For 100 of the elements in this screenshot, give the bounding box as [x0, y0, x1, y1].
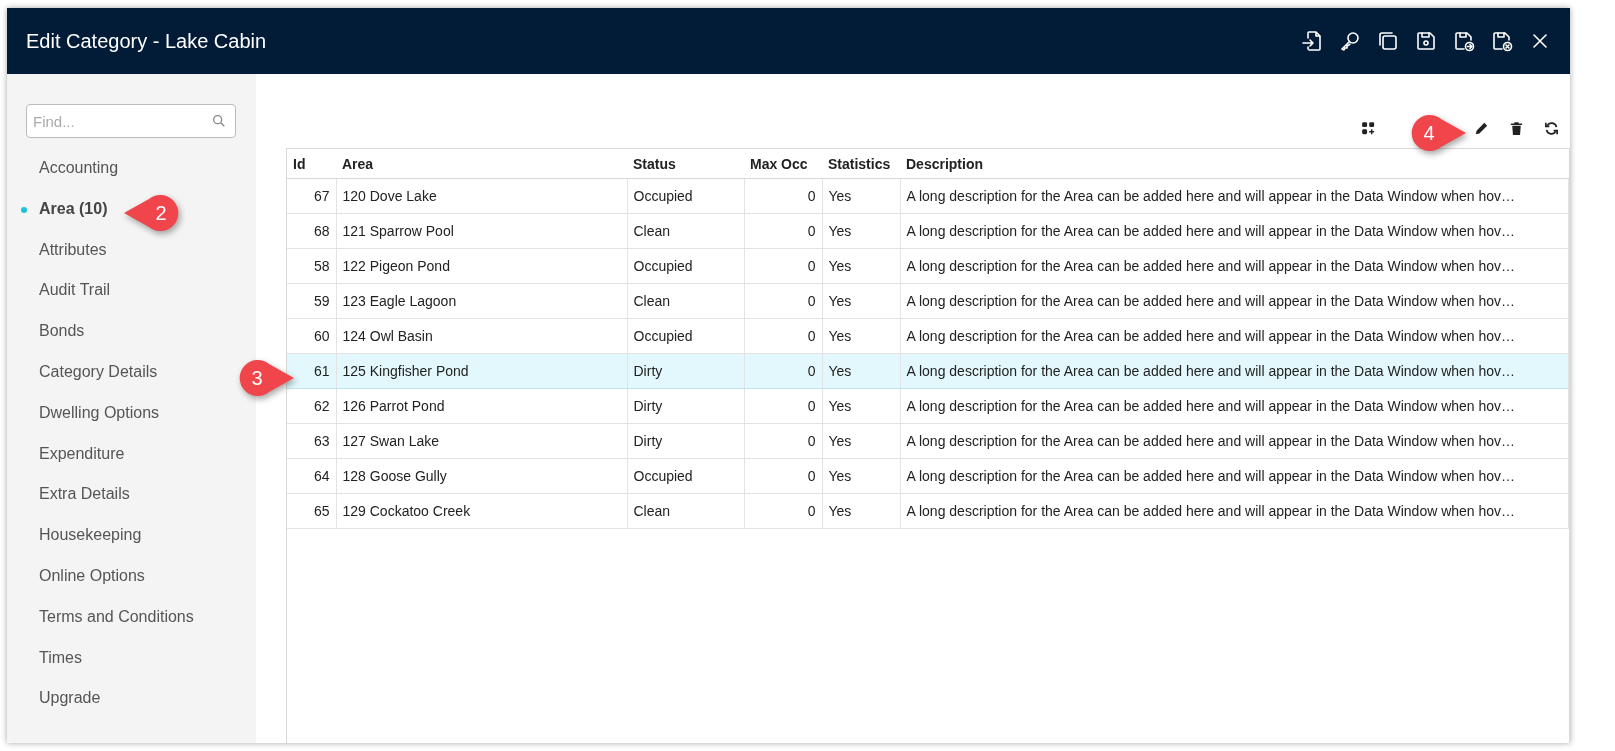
table-row[interactable]: 61 125 Kingfisher Pond Dirty 0 Yes A long description for the Area can be added here and will appear in the Data Window when hov…	[287, 353, 1569, 389]
table-cell: 61	[287, 353, 336, 389]
table-cell: Yes	[822, 318, 900, 354]
sidebar-item[interactable]: Audit Trail	[39, 279, 111, 302]
table-cell: Yes	[822, 388, 900, 424]
table-cell: 126 Parrot Pond	[336, 388, 627, 424]
sidebar-item[interactable]: Extra Details	[39, 483, 130, 506]
table-cell: 67	[287, 178, 336, 214]
table-cell: Yes	[822, 458, 900, 494]
table-cell: Dirty	[627, 353, 744, 389]
table-cell: 0	[744, 318, 822, 354]
save-and-next-icon[interactable]	[1452, 29, 1476, 53]
table-cell: Dirty	[627, 423, 744, 459]
table-cell: A long description for the Area can be added here and will appear in the Data Window when hov…	[900, 248, 1569, 284]
table-cell: 0	[744, 213, 822, 249]
table-cell: 128 Goose Gully	[336, 458, 627, 494]
table-cell: 0	[744, 458, 822, 494]
table-row[interactable]: 68 121 Sparrow Pool Clean 0 Yes A long description for the Area can be added here and will appear in the Data Window when hov…	[287, 213, 1569, 249]
column-header[interactable]: Max Occ	[744, 149, 822, 179]
table-cell: Clean	[627, 213, 744, 249]
sidebar-item[interactable]: Housekeeping	[39, 524, 142, 547]
add-grid-icon[interactable]	[1360, 119, 1377, 137]
table-cell: A long description for the Area can be added here and will appear in the Data Window when hov…	[900, 493, 1569, 529]
table-cell: 62	[287, 388, 336, 424]
table-cell: Occupied	[627, 458, 744, 494]
table-cell: Yes	[822, 353, 900, 389]
save-icon[interactable]	[1414, 29, 1438, 53]
sidebar-item[interactable]: Bonds	[39, 320, 85, 343]
table-cell: Yes	[822, 283, 900, 319]
table-cell: 59	[287, 283, 336, 319]
table-cell: 0	[744, 178, 822, 214]
table-cell: 0	[744, 423, 822, 459]
key-icon[interactable]	[1338, 29, 1362, 53]
sidebar-item[interactable]: Area (10)	[39, 197, 108, 220]
copy-icon[interactable]	[1376, 29, 1400, 53]
table-cell: 63	[287, 423, 336, 459]
column-header[interactable]: Description	[900, 149, 1569, 179]
table-cell: 0	[744, 388, 822, 424]
table-cell: Yes	[822, 213, 900, 249]
table-row[interactable]: 63 127 Swan Lake Dirty 0 Yes A long description for the Area can be added here and will appear in the Data Window when hov…	[287, 423, 1569, 459]
sidebar-item[interactable]: Category Details	[39, 361, 158, 383]
column-header[interactable]: Area	[336, 149, 627, 179]
table-cell: 65	[287, 493, 336, 529]
sidebar-item[interactable]: Upgrade	[39, 687, 101, 710]
table-cell: 0	[744, 283, 822, 319]
table-cell: 121 Sparrow Pool	[336, 213, 627, 249]
table-cell: A long description for the Area can be added here and will appear in the Data Window when hov…	[900, 318, 1569, 354]
table-cell: Yes	[822, 493, 900, 529]
table-cell: Occupied	[627, 248, 744, 284]
table-cell: Yes	[822, 423, 900, 459]
table-cell: 68	[287, 213, 336, 249]
sidebar-item[interactable]: Online Options	[39, 564, 145, 587]
table-cell: A long description for the Area can be added here and will appear in the Data Window when hov…	[900, 283, 1569, 319]
table-cell: A long description for the Area can be added here and will appear in the Data Window when hov…	[900, 213, 1569, 249]
table-row[interactable]: 60 124 Owl Basin Occupied 0 Yes A long description for the Area can be added here and will appear in the Data Window when hov…	[287, 318, 1569, 354]
import-file-icon[interactable]	[1300, 29, 1324, 53]
table-row[interactable]: 64 128 Goose Gully Occupied 0 Yes A long description for the Area can be added here and will appear in the Data Window when hov…	[287, 458, 1569, 494]
table-cell: A long description for the Area can be added here and will appear in the Data Window when hov…	[900, 423, 1569, 459]
column-header[interactable]: Id	[287, 149, 336, 179]
table-row[interactable]: 67 120 Dove Lake Occupied 0 Yes A long description for the Area can be added here and will appear in the Data Window when hov…	[287, 178, 1569, 214]
refresh-icon[interactable]	[1543, 119, 1560, 137]
table-cell: Occupied	[627, 178, 744, 214]
table-cell: A long description for the Area can be added here and will appear in the Data Window when hov…	[900, 458, 1569, 494]
table-cell: A long description for the Area can be added here and will appear in the Data Window when hov…	[900, 388, 1569, 424]
sidebar-item[interactable]: Terms and Conditions	[39, 605, 194, 628]
search-field[interactable]: Find...	[26, 104, 236, 138]
column-header[interactable]: Statistics	[822, 149, 900, 179]
table-cell: 60	[287, 318, 336, 354]
search-icon	[211, 113, 227, 129]
table-cell: Yes	[822, 178, 900, 214]
table-cell: Clean	[627, 283, 744, 319]
column-header[interactable]: Status	[627, 149, 744, 179]
sidebar-item[interactable]: Accounting	[39, 157, 119, 179]
table-cell: Yes	[822, 248, 900, 284]
table-row[interactable]: 62 126 Parrot Pond Dirty 0 Yes A long description for the Area can be added here and will appear in the Data Window when hov…	[287, 388, 1569, 424]
sidebar-item[interactable]: Times	[39, 646, 82, 669]
table-cell: A long description for the Area can be added here and will appear in the Data Window when hov…	[900, 353, 1569, 389]
table-cell: 58	[287, 248, 336, 284]
table-cell: 0	[744, 248, 822, 284]
table-cell: 124 Owl Basin	[336, 318, 627, 354]
table-row[interactable]: 58 122 Pigeon Pond Occupied 0 Yes A long description for the Area can be added here and will appear in the Data Window when hov…	[287, 248, 1569, 284]
table-row[interactable]: 65 129 Cockatoo Creek Clean 0 Yes A long description for the Area can be added here and will appear in the Data Window when hov…	[287, 493, 1569, 529]
table-cell: 122 Pigeon Pond	[336, 248, 627, 284]
sidebar-item[interactable]: Expenditure	[39, 442, 125, 465]
sidebar-item[interactable]: Attributes	[39, 238, 107, 261]
table-cell: Clean	[627, 493, 744, 529]
save-and-close-icon[interactable]	[1490, 29, 1514, 53]
table-cell: Occupied	[627, 318, 744, 354]
window-title: Edit Category - Lake Cabin	[26, 29, 267, 53]
table-cell: 127 Swan Lake	[336, 423, 627, 459]
table-cell: Dirty	[627, 388, 744, 424]
active-dot	[21, 206, 27, 213]
table-cell: 125 Kingfisher Pond	[336, 353, 627, 389]
trash-icon[interactable]	[1508, 119, 1525, 137]
table-row[interactable]: 59 123 Eagle Lagoon Clean 0 Yes A long description for the Area can be added here and will appear in the Data Window when hov…	[287, 283, 1569, 319]
table-cell: 64	[287, 458, 336, 494]
sidebar-item[interactable]: Dwelling Options	[39, 401, 160, 424]
table-cell: A long description for the Area can be added here and will appear in the Data Window when hov…	[900, 178, 1569, 214]
table-cell: 123 Eagle Lagoon	[336, 283, 627, 319]
table-cell: 129 Cockatoo Creek	[336, 493, 627, 529]
